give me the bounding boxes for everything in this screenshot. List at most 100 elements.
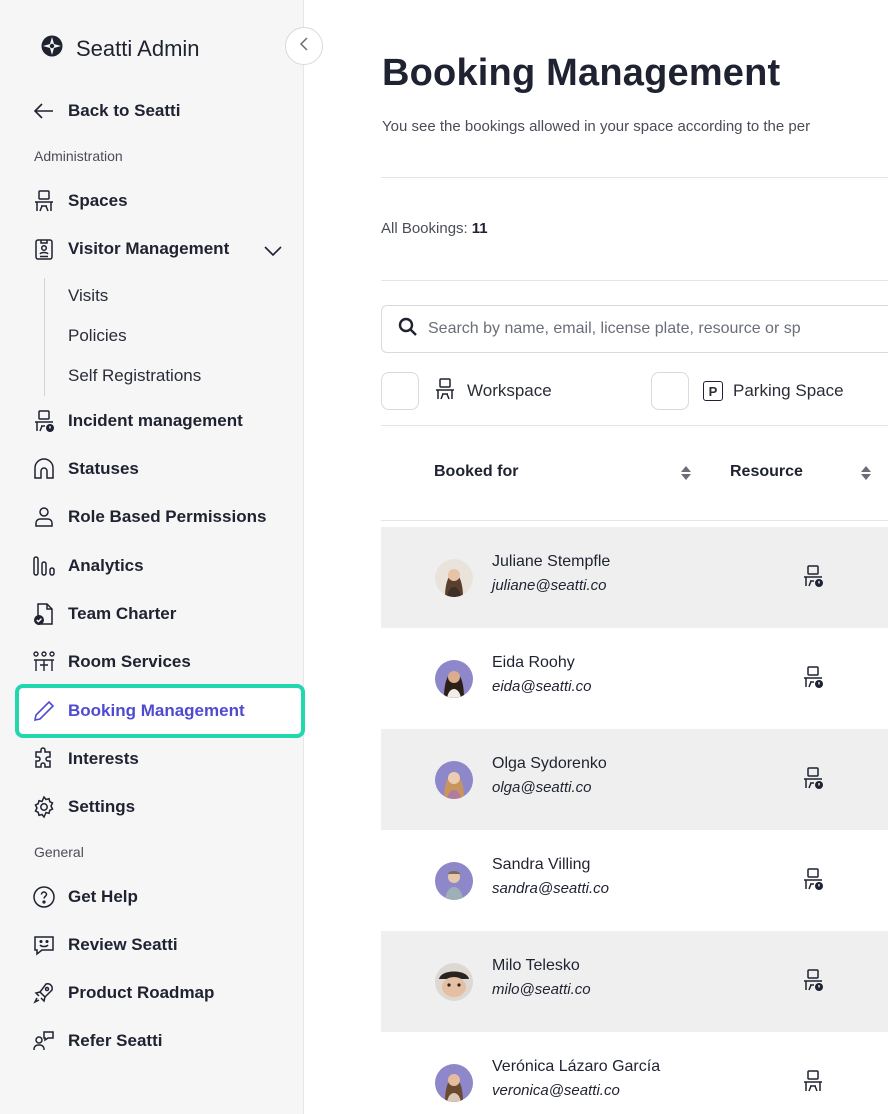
user-icon: [32, 505, 56, 529]
avatar: [435, 1064, 473, 1102]
desk-status-icon: [801, 867, 825, 896]
workspace-label: Workspace: [467, 381, 552, 400]
sidebar-item-label: Get Help: [68, 887, 138, 906]
booked-for-email: eida@seatti.co: [492, 678, 592, 695]
booked-for-name: Verónica Lázaro García: [492, 1058, 661, 1075]
booked-for-email: olga@seatti.co: [492, 779, 592, 796]
sidebar-item-label: Settings: [68, 797, 136, 816]
help-circle-icon: [32, 885, 56, 909]
sidebar-item-interests[interactable]: Interests: [32, 745, 139, 773]
search-input[interactable]: [428, 320, 848, 338]
sidebar-item-label: Spaces: [68, 191, 128, 210]
avatar: [435, 660, 473, 698]
chevron-left-icon: [297, 36, 311, 57]
all-bookings-label: All Bookings:: [381, 220, 468, 237]
sidebar-item-label: Role Based Permissions: [68, 507, 267, 526]
table-row[interactable]: Juliane Stempfle juliane@seatti.co: [381, 527, 888, 628]
collapse-sidebar-button[interactable]: [285, 27, 323, 65]
table-row[interactable]: Olga Sydorenko olga@seatti.co: [381, 729, 888, 830]
smile-chat-icon: [32, 933, 56, 957]
sidebar-subitem-visits[interactable]: Visits: [68, 286, 108, 306]
desk-status-icon: [801, 968, 825, 997]
workspace-checkbox[interactable]: [381, 372, 419, 410]
section-administration: Administration: [34, 148, 123, 164]
filter-parking-space[interactable]: P Parking Space: [651, 372, 844, 410]
desk-status-icon: [801, 564, 825, 593]
desk-icon: [433, 377, 457, 406]
sidebar-item-label: Statuses: [68, 459, 139, 478]
sidebar-item-get-help[interactable]: Get Help: [32, 883, 138, 911]
sidebar-item-room-services[interactable]: Room Services: [32, 648, 191, 676]
sidebar-item-refer-seatti[interactable]: Refer Seatti: [32, 1027, 162, 1055]
document-check-icon: [32, 602, 56, 626]
sidebar-item-settings[interactable]: Settings: [32, 793, 135, 821]
search-box[interactable]: [381, 305, 888, 353]
parking-checkbox[interactable]: [651, 372, 689, 410]
sort-icon[interactable]: [680, 463, 692, 483]
main-content: Booking Management You see the bookings …: [304, 0, 888, 1114]
booked-for-name: Juliane Stempfle: [492, 553, 611, 570]
column-header-booked-for[interactable]: Booked for: [434, 463, 518, 481]
all-bookings-value: 11: [471, 220, 488, 237]
sidebar-item-label: Team Charter: [68, 604, 177, 623]
column-header-resource[interactable]: Resource: [730, 463, 803, 481]
sidebar-item-visitor-management[interactable]: Visitor Management: [32, 235, 229, 263]
avatar: [435, 963, 473, 1001]
brand-name: Seatti Admin: [76, 35, 200, 61]
sidebar-item-booking-management[interactable]: Booking Management: [32, 697, 245, 725]
booked-for-name: Olga Sydorenko: [492, 755, 607, 772]
people-table-icon: [32, 650, 56, 674]
filter-workspace[interactable]: Workspace: [381, 372, 552, 410]
seatti-logo-icon: [40, 34, 64, 63]
sidebar-item-incident-management[interactable]: Incident management: [32, 407, 243, 435]
page-title: Booking Management: [382, 52, 781, 94]
sidebar-item-statuses[interactable]: Statuses: [32, 455, 139, 483]
table-row[interactable]: Eida Roohy eida@seatti.co: [381, 628, 888, 729]
sidebar-item-label: Visitor Management: [68, 239, 230, 258]
divider: [381, 280, 888, 281]
table-row[interactable]: Verónica Lázaro García veronica@seatti.c…: [381, 1032, 888, 1114]
back-to-seatti-link[interactable]: Back to Seatti: [32, 97, 180, 125]
booked-for-name: Eida Roohy: [492, 654, 575, 671]
table-row[interactable]: Milo Telesko milo@seatti.co: [381, 931, 888, 1032]
sidebar-item-analytics[interactable]: Analytics: [32, 552, 144, 580]
bar-chart-icon: [32, 554, 56, 578]
parking-label: Parking Space: [733, 381, 844, 400]
rocket-icon: [32, 981, 56, 1005]
sidebar-subitem-self-registrations[interactable]: Self Registrations: [68, 366, 201, 386]
sidebar-item-label: Review Seatti: [68, 935, 178, 954]
sidebar-item-role-based-permissions[interactable]: Role Based Permissions: [32, 503, 266, 531]
sidebar: Seatti Admin Back to Seatti Administrati…: [0, 0, 305, 1114]
table-row[interactable]: Sandra Villing sandra@seatti.co: [381, 830, 888, 931]
avatar: [435, 761, 473, 799]
avatar: [435, 559, 473, 597]
sidebar-item-spaces[interactable]: Spaces: [32, 187, 128, 215]
sort-icon[interactable]: [860, 463, 872, 483]
sidebar-item-label: Room Services: [68, 652, 191, 671]
sidebar-item-team-charter[interactable]: Team Charter: [32, 600, 176, 628]
desk-status-icon: [801, 766, 825, 795]
desk-warning-icon: [32, 409, 56, 433]
divider: [381, 520, 888, 521]
all-bookings-count: All Bookings: 11: [381, 220, 488, 237]
user-chat-icon: [32, 1029, 56, 1053]
booked-for-email: milo@seatti.co: [492, 981, 591, 998]
arrow-left-icon: [32, 99, 56, 123]
divider: [381, 425, 888, 426]
sidebar-item-product-roadmap[interactable]: Product Roadmap: [32, 979, 214, 1007]
avatar: [435, 862, 473, 900]
booked-for-email: juliane@seatti.co: [492, 577, 607, 594]
sidebar-item-label: Refer Seatti: [68, 1031, 163, 1050]
divider: [381, 177, 888, 178]
booked-for-name: Sandra Villing: [492, 856, 591, 873]
chevron-down-icon[interactable]: [262, 240, 284, 267]
sidebar-item-review-seatti[interactable]: Review Seatti: [32, 931, 178, 959]
gear-icon: [32, 795, 56, 819]
booked-for-email: veronica@seatti.co: [492, 1082, 620, 1099]
back-label: Back to Seatti: [68, 101, 181, 120]
sidebar-item-label: Product Roadmap: [68, 983, 215, 1002]
brand[interactable]: Seatti Admin: [40, 34, 200, 63]
sidebar-subitem-policies[interactable]: Policies: [68, 326, 127, 346]
submenu-line: [44, 278, 45, 396]
sidebar-item-label: Interests: [68, 749, 139, 768]
